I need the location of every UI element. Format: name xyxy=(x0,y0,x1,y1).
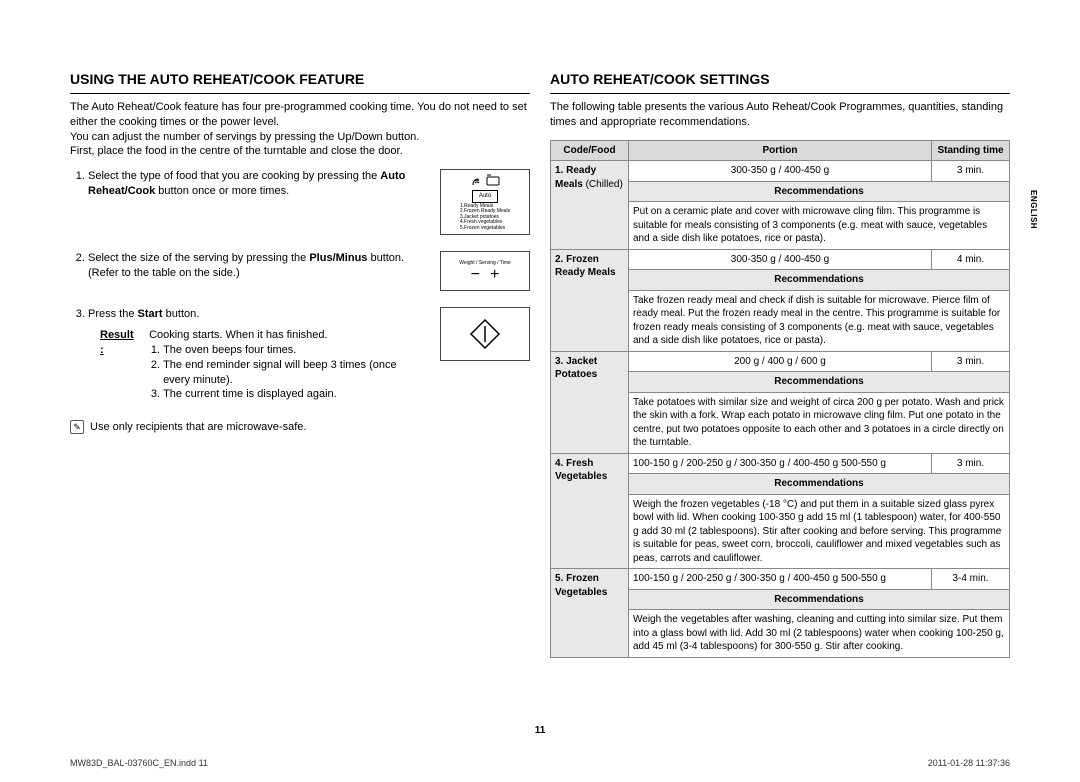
step-2: Select the size of the serving by pressi… xyxy=(88,251,530,291)
start-icon xyxy=(440,307,530,361)
settings-table: Code/Food Portion Standing time 1. Ready… xyxy=(550,140,1010,658)
result-list: The oven beeps four times. The end remin… xyxy=(163,343,420,402)
language-tab: ENGLISH xyxy=(1029,190,1038,229)
th-standing: Standing time xyxy=(932,140,1010,161)
plus-icon: + xyxy=(490,267,499,283)
footer: MW83D_BAL-03760C_EN.indd 11 2011-01-28 1… xyxy=(70,758,1010,768)
auto-menu-list: 1.Ready Meals 2.Frozen Ready Meals 3.Jac… xyxy=(460,204,510,232)
footer-file: MW83D_BAL-03760C_EN.indd 11 xyxy=(70,758,208,768)
left-intro: The Auto Reheat/Cook feature has four pr… xyxy=(70,100,530,159)
note-icon: ✎ xyxy=(70,420,84,434)
food-1: 1. Ready Meals (Chilled) xyxy=(551,161,629,250)
auto-button-icon: Auto 1.Ready Meals 2.Frozen Ready Meals … xyxy=(440,169,530,235)
footer-date: 2011-01-28 11:37:36 xyxy=(928,758,1010,768)
note: ✎ Use only recipients that are microwave… xyxy=(70,420,530,435)
right-column: AUTO REHEAT/COOK SETTINGS The following … xyxy=(550,70,1010,658)
left-heading: USING THE AUTO REHEAT/COOK FEATURE xyxy=(70,70,530,94)
plus-minus-icon: Weight / Serving / Time − + xyxy=(440,251,530,291)
right-intro: The following table presents the various… xyxy=(550,100,1010,130)
th-code: Code/Food xyxy=(551,140,629,161)
food-2: 2. Frozen Ready Meals xyxy=(551,249,629,351)
food-5: 5. Frozen Vegetables xyxy=(551,569,629,658)
step-1: Select the type of food that you are coo… xyxy=(88,169,530,235)
right-heading: AUTO REHEAT/COOK SETTINGS xyxy=(550,70,1010,94)
food-4: 4. Fresh Vegetables xyxy=(551,453,629,569)
th-portion: Portion xyxy=(629,140,932,161)
food-3: 3. Jacket Potatoes xyxy=(551,351,629,453)
page-number: 11 xyxy=(0,725,1080,736)
left-column: USING THE AUTO REHEAT/COOK FEATURE The A… xyxy=(70,70,530,658)
minus-icon: − xyxy=(471,267,480,283)
auto-label: Auto xyxy=(472,190,498,202)
step-3: Press the Start button. Result : Cooking… xyxy=(88,307,530,404)
result-label: Result : xyxy=(100,329,134,356)
